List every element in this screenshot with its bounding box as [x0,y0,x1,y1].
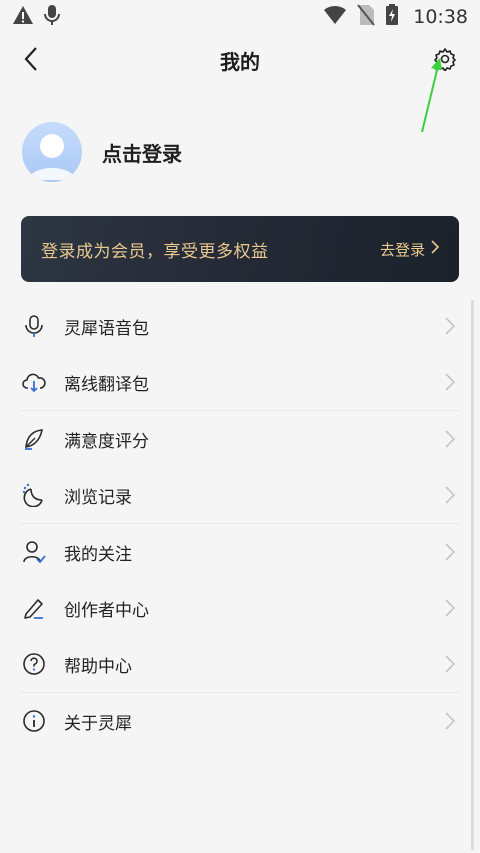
warning-icon [12,5,34,29]
cloud-download-icon [22,370,46,394]
menu-label: 帮助中心 [64,656,132,677]
menu-item-creator-center[interactable]: 创作者中心 [20,580,460,636]
help-icon [22,652,46,676]
page-title: 我的 [220,50,260,74]
menu-item-voice-pack[interactable]: 灵犀语音包 [20,298,460,354]
scrollbar[interactable] [471,300,474,850]
vip-login-label: 去登录 [379,240,425,259]
header: 我的 [0,34,480,88]
menu-label: 满意度评分 [64,431,149,452]
info-icon [22,709,46,733]
chevron-right-icon [445,712,456,730]
menu-label: 关于灵犀 [64,713,132,734]
status-left [12,4,60,30]
menu-label: 创作者中心 [64,600,149,621]
vip-login-button[interactable]: 去登录 [379,239,440,260]
no-sim-icon [357,4,376,30]
feather-icon [22,427,46,451]
menu-item-following[interactable]: 我的关注 [20,524,460,580]
menu-group: 关于灵犀 [20,693,460,749]
chevron-right-icon [445,543,456,561]
menu-label: 我的关注 [64,544,132,565]
menu-item-rating[interactable]: 满意度评分 [20,411,460,467]
chevron-right-icon [445,373,456,391]
chevron-right-icon [445,486,456,504]
chevron-right-icon [445,430,456,448]
wifi-icon [323,5,347,29]
menu-label: 灵犀语音包 [64,318,149,339]
annotation-arrow [421,58,442,133]
vip-banner[interactable]: 登录成为会员，享受更多权益 去登录 [21,216,459,282]
login-label[interactable]: 点击登录 [102,138,182,167]
menu-group: 满意度评分 浏览记录 [20,411,460,524]
mic-icon [44,4,60,30]
settings-menu: 灵犀语音包 离线翻译包 满意度评分 浏览记录 我的关注 创作者中心 帮助中心 关… [0,298,480,749]
status-right: 10:38 [323,4,468,30]
menu-item-help-center[interactable]: 帮助中心 [20,636,460,692]
profile-login[interactable]: 点击登录 [22,122,182,182]
chevron-right-icon [445,655,456,673]
chevron-right-icon [445,599,456,617]
status-bar: 10:38 [0,0,480,34]
menu-label: 浏览记录 [64,487,132,508]
menu-item-about[interactable]: 关于灵犀 [20,693,460,749]
menu-item-offline-translate[interactable]: 离线翻译包 [20,354,460,410]
chevron-right-icon [445,317,456,335]
history-icon [22,483,46,507]
vip-banner-text: 登录成为会员，享受更多权益 [41,241,269,262]
chevron-right-icon [431,240,440,258]
avatar[interactable] [22,122,82,182]
menu-group: 灵犀语音包 离线翻译包 [20,298,460,411]
user-check-icon [22,540,46,564]
pen-icon [22,596,46,620]
menu-item-history[interactable]: 浏览记录 [20,467,460,523]
battery-icon [385,4,399,30]
menu-group: 我的关注 创作者中心 帮助中心 [20,524,460,693]
microphone-icon [22,314,46,338]
menu-label: 离线翻译包 [64,374,149,395]
status-time: 10:38 [413,6,468,28]
